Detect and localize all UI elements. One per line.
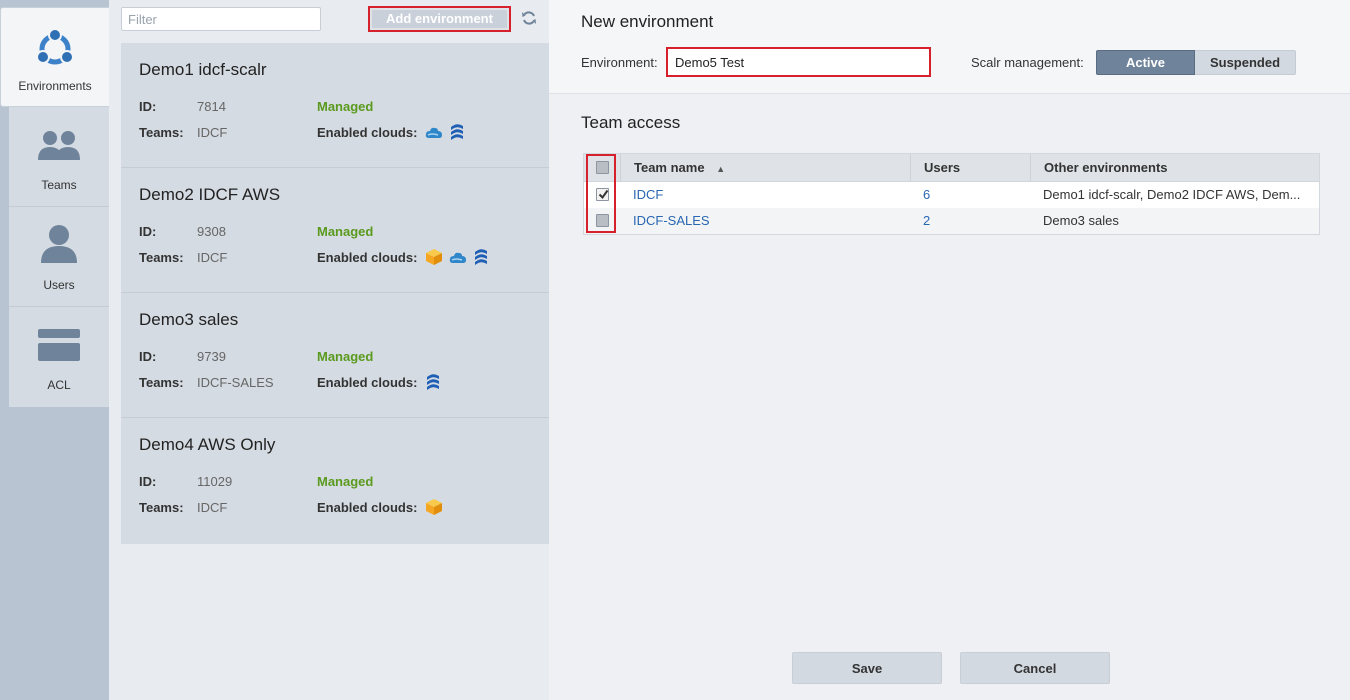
id-label: ID: [139,224,157,239]
enabled-clouds [425,248,489,266]
sort-ascending-icon: ▲ [716,164,726,174]
scalr-management-toggle: Active Suspended [1096,50,1296,75]
nav-item-teams[interactable]: Teams [9,107,109,207]
id-label: ID: [139,99,157,114]
users-count-link[interactable]: 2 [923,208,930,234]
nav-label-teams: Teams [41,178,77,192]
environment-field-wrapper [666,47,931,77]
cloudstack-icon [449,252,466,263]
environment-card[interactable]: Demo4 AWS Only ID: 11029 Managed Teams: … [121,418,549,543]
enabled-clouds [425,498,443,516]
status-badge: Managed [317,224,374,239]
acl-icon [38,329,80,364]
environment-name: Demo1 idcf-scalr [139,60,267,79]
environment-name: Demo3 sales [139,310,239,329]
table-row[interactable]: IDCF 6 Demo1 idcf-scalr, Demo2 IDCF AWS,… [584,182,1319,208]
environment-id: 11029 [197,474,233,489]
id-label: ID: [139,349,157,364]
team-access-grid: Team name ▲ Users Other environments IDC… [583,153,1320,235]
enabled-clouds-label: Enabled clouds: [317,375,418,390]
filter-input[interactable] [121,7,321,31]
teams-label: Teams: [139,500,184,515]
main-nav: Environments Teams Users ACL [0,0,109,700]
environment-field-label: Environment: [581,55,658,70]
active-button[interactable]: Active [1096,50,1195,75]
environment-id: 9308 [197,224,226,239]
environment-list: Demo1 idcf-scalr ID: 7814 Managed Teams:… [121,43,549,544]
other-environments: Demo1 idcf-scalr, Demo2 IDCF AWS, Dem... [1043,187,1301,202]
aws-icon [426,249,442,265]
column-other-environments[interactable]: Other environments [1030,154,1319,182]
scalr-management-label: Scalr management: [971,55,1084,70]
nav-label-acl: ACL [47,378,71,392]
enabled-clouds [425,373,441,391]
nav-label-users: Users [43,278,75,292]
enabled-clouds-label: Enabled clouds: [317,250,418,265]
refresh-icon[interactable] [521,10,537,29]
teams-label: Teams: [139,250,184,265]
teams-label: Teams: [139,375,184,390]
nav-item-users[interactable]: Users [9,207,109,307]
checkmark-icon [598,189,609,200]
environment-name: Demo2 IDCF AWS [139,185,281,204]
environment-name: Demo4 AWS Only [139,435,276,454]
environment-card[interactable]: Demo2 IDCF AWS ID: 9308 Managed Teams: I… [121,168,549,293]
idcf-icon [451,124,463,140]
environment-teams: IDCF [197,250,228,265]
users-count-link[interactable]: 6 [923,182,930,208]
row-checkbox[interactable] [596,214,609,227]
team-name-link[interactable]: IDCF [633,182,663,208]
id-label: ID: [139,474,157,489]
page-title: New environment [581,12,714,31]
save-button[interactable]: Save [792,652,942,684]
nav-item-acl[interactable]: ACL [9,307,109,407]
team-name-link[interactable]: IDCF-SALES [633,208,710,234]
environment-form: New environment Environment: Scalr manag… [549,0,1350,700]
environment-teams: IDCF [197,500,228,515]
table-row[interactable]: IDCF-SALES 2 Demo3 sales [584,208,1319,234]
column-users[interactable]: Users [910,154,1030,182]
column-other-environments-label: Other environments [1044,160,1168,175]
teams-icon [37,129,81,164]
enabled-clouds-label: Enabled clouds: [317,500,418,515]
status-badge: Managed [317,474,374,489]
environment-name-input[interactable] [671,52,926,72]
environment-id: 9739 [197,349,226,364]
grid-header: Team name ▲ Users Other environments [584,154,1319,182]
environment-card[interactable]: Demo1 idcf-scalr ID: 7814 Managed Teams:… [121,43,549,168]
environment-id: 7814 [197,99,226,114]
aws-icon [426,499,442,515]
cancel-button[interactable]: Cancel [960,652,1110,684]
form-header: New environment Environment: Scalr manag… [549,0,1350,94]
nav-item-environments[interactable]: Environments [0,7,109,107]
status-badge: Managed [317,99,374,114]
status-badge: Managed [317,349,374,364]
nav-label-environments: Environments [18,79,92,93]
add-environment-label: Add environment [372,10,507,28]
suspended-button[interactable]: Suspended [1195,50,1296,75]
enabled-clouds [425,123,465,141]
environment-card[interactable]: Demo3 sales ID: 9739 Managed Teams: IDCF… [121,293,549,418]
add-environment-button[interactable]: Add environment [368,6,511,32]
idcf-icon [427,374,439,390]
column-team-name-label: Team name [634,160,705,175]
enabled-clouds-label: Enabled clouds: [317,125,418,140]
column-team-name[interactable]: Team name ▲ [620,154,910,182]
environment-list-panel: Add environment Demo1 idcf-scalr ID: 781… [109,0,549,700]
column-users-label: Users [924,160,961,175]
select-all-checkbox[interactable] [596,161,609,174]
cloudstack-icon [425,127,442,138]
idcf-icon [475,249,487,265]
environment-teams: IDCF-SALES [197,375,274,390]
row-checkbox[interactable] [596,188,609,201]
teams-label: Teams: [139,125,184,140]
other-environments: Demo3 sales [1043,213,1119,228]
user-icon [39,223,79,266]
environments-icon [34,28,76,73]
team-access-title: Team access [581,113,681,132]
environment-teams: IDCF [197,125,228,140]
